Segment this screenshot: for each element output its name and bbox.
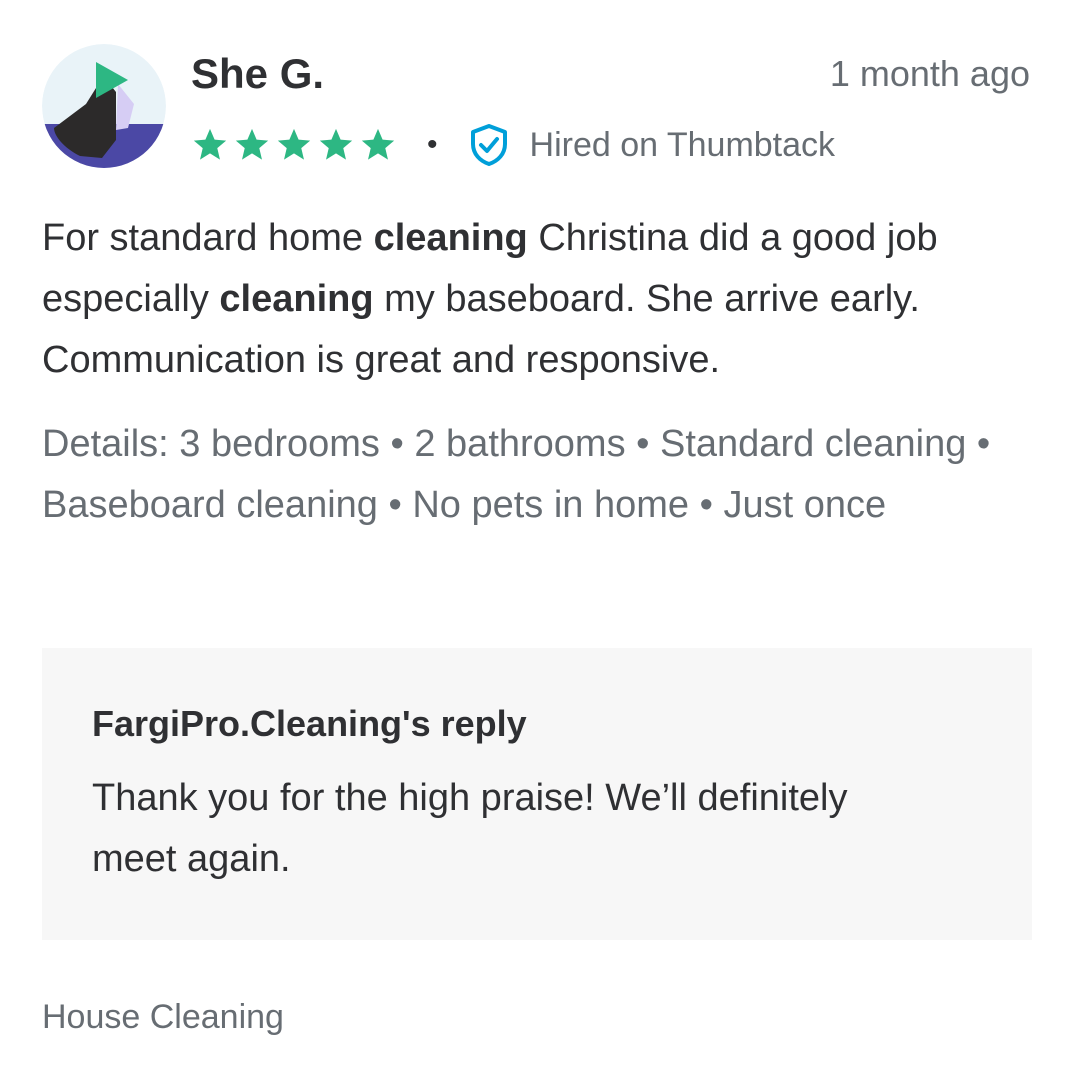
review-meta: • Hired on Thumbtack	[191, 122, 835, 168]
star-icon	[361, 128, 395, 160]
star-icon	[277, 128, 311, 160]
shield-check-icon	[470, 124, 507, 166]
review-text-part: For standard home	[42, 217, 374, 259]
review-text: For standard home cleaning Christina did…	[42, 208, 1042, 391]
avatar-image	[42, 44, 166, 168]
service-category: House Cleaning	[42, 998, 284, 1036]
star-icon	[319, 128, 353, 160]
meta-separator: •	[427, 128, 438, 161]
star-icon	[193, 128, 227, 160]
star-icon	[235, 128, 269, 160]
avatar	[42, 44, 166, 168]
pro-reply: FargiPro.Cleaning's reply Thank you for …	[42, 648, 1032, 940]
reply-title: FargiPro.Cleaning's reply	[92, 703, 527, 744]
review-card: She G. 1 month ago • Hired on Thumbtack …	[0, 0, 1080, 1080]
job-details: Details: 3 bedrooms • 2 bathrooms • Stan…	[42, 423, 991, 526]
star-rating	[191, 126, 397, 164]
hired-on-thumbtack-label: Hired on Thumbtack	[529, 126, 836, 164]
review-text-highlight: cleaning	[219, 278, 374, 320]
review-date: 1 month ago	[829, 53, 1030, 94]
reviewer-name: She G.	[191, 50, 325, 97]
review-text-highlight: cleaning	[373, 217, 528, 259]
reply-text: Thank you for the high praise! We’ll def…	[92, 777, 848, 880]
